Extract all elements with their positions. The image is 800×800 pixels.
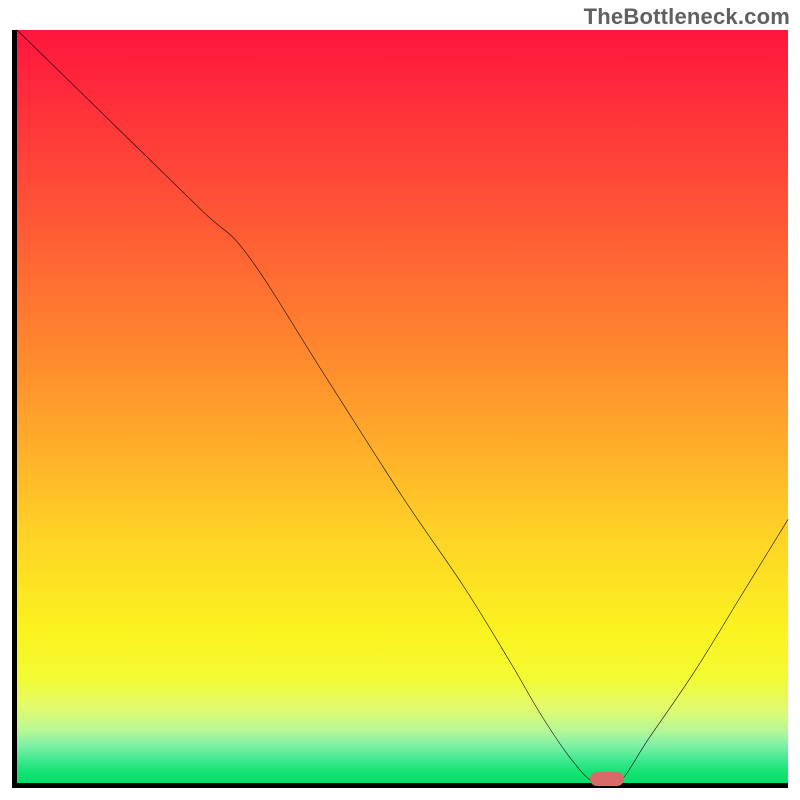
bottleneck-curve xyxy=(17,30,788,783)
watermark-text: TheBottleneck.com xyxy=(584,4,790,30)
chart-canvas: TheBottleneck.com xyxy=(0,0,800,800)
plot-area xyxy=(12,30,788,788)
optimal-marker xyxy=(590,772,624,786)
